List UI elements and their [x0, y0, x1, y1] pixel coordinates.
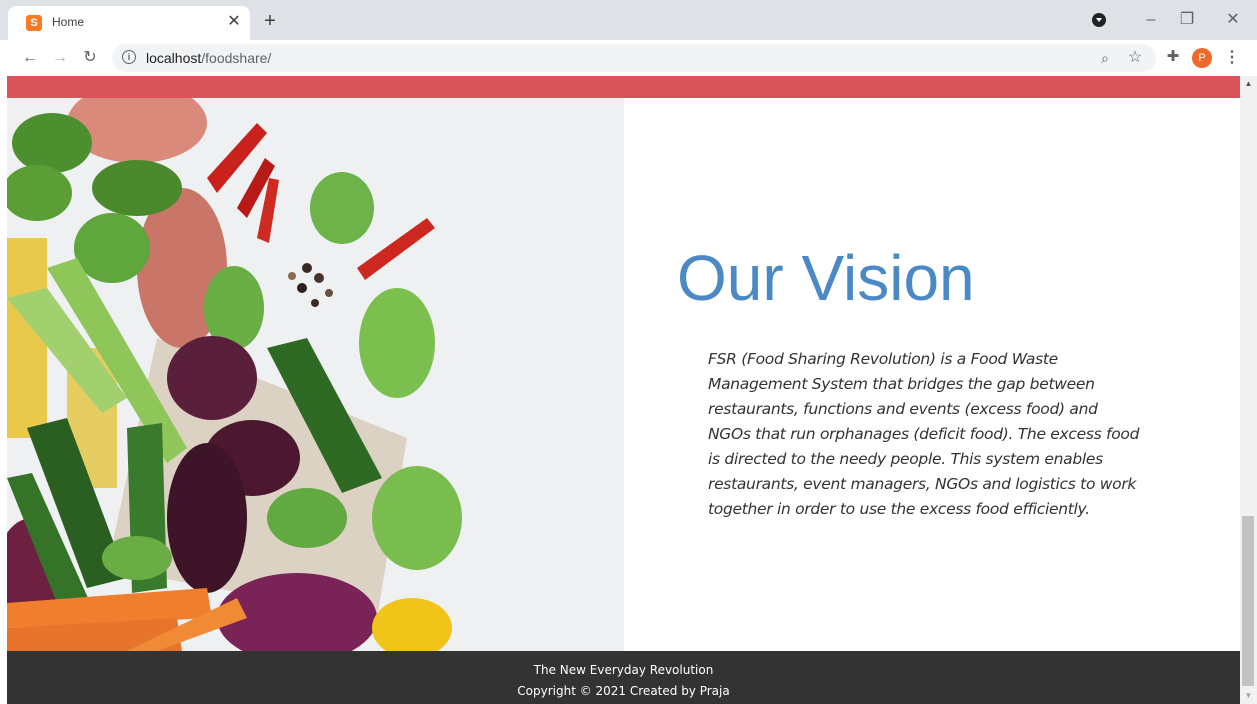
restore-icon[interactable]: ❐	[1172, 8, 1202, 32]
scroll-thumb[interactable]	[1242, 516, 1254, 686]
zoom-icon[interactable]: ⌕	[1095, 48, 1115, 68]
header-accent-bar	[7, 76, 1240, 98]
left-gutter	[0, 76, 7, 704]
window-close-icon[interactable]: ✕	[1218, 8, 1248, 32]
forward-icon[interactable]: →	[49, 47, 71, 69]
info-icon[interactable]: i	[122, 50, 136, 64]
vision-description: FSR (Food Sharing Revolution) is a Food …	[708, 350, 1140, 518]
scrollbar[interactable]: ▲ ▼	[1240, 76, 1257, 704]
avatar[interactable]: P	[1192, 48, 1212, 68]
toolbar: ← → ↻ i localhost/foodshare/ ⌕ ☆	[0, 40, 1257, 76]
tab-home[interactable]: S Home ✕	[8, 6, 250, 40]
extensions-icon[interactable]: ✚	[1163, 47, 1183, 67]
vegetables-image	[7, 98, 624, 651]
browser-chrome: S Home ✕ + – ❐ ✕ ← → ↻ i localhost/foods…	[0, 0, 1257, 76]
favicon-icon: S	[26, 15, 42, 31]
tab-title: Home	[52, 15, 85, 29]
url-path: /foodshare/	[201, 50, 272, 66]
page-viewport: Our Vision FSR (Food Sharing Revolution)…	[0, 76, 1257, 704]
back-icon[interactable]: ←	[19, 47, 41, 69]
footer: The New Everyday Revolution Copyright © …	[7, 651, 1240, 704]
vision-section: Our Vision FSR (Food Sharing Revolution)…	[624, 98, 1240, 651]
media-icon[interactable]	[1092, 13, 1106, 27]
scroll-up-icon[interactable]: ▲	[1240, 78, 1257, 90]
url-host: localhost	[146, 50, 202, 66]
star-icon[interactable]: ☆	[1125, 48, 1145, 68]
address-bar[interactable]: i localhost/foodshare/ ⌕ ☆	[112, 44, 1156, 72]
plus-icon[interactable]: +	[259, 10, 281, 32]
reload-icon[interactable]: ↻	[79, 47, 101, 69]
menu-icon[interactable]: ⋮	[1224, 47, 1240, 69]
footer-copyright: Copyright © 2021 Created by Praja	[517, 684, 730, 698]
tab-strip: S Home ✕ + – ❐ ✕	[0, 0, 1257, 40]
scroll-down-icon[interactable]: ▼	[1240, 690, 1257, 702]
close-icon[interactable]: ✕	[224, 12, 244, 32]
minimize-icon[interactable]: –	[1136, 8, 1166, 32]
vegetables-illustration	[7, 98, 624, 651]
url-text[interactable]: localhost/foodshare/	[146, 50, 271, 66]
vision-title: Our Vision	[677, 242, 975, 314]
footer-tagline: The New Everyday Revolution	[533, 663, 714, 677]
